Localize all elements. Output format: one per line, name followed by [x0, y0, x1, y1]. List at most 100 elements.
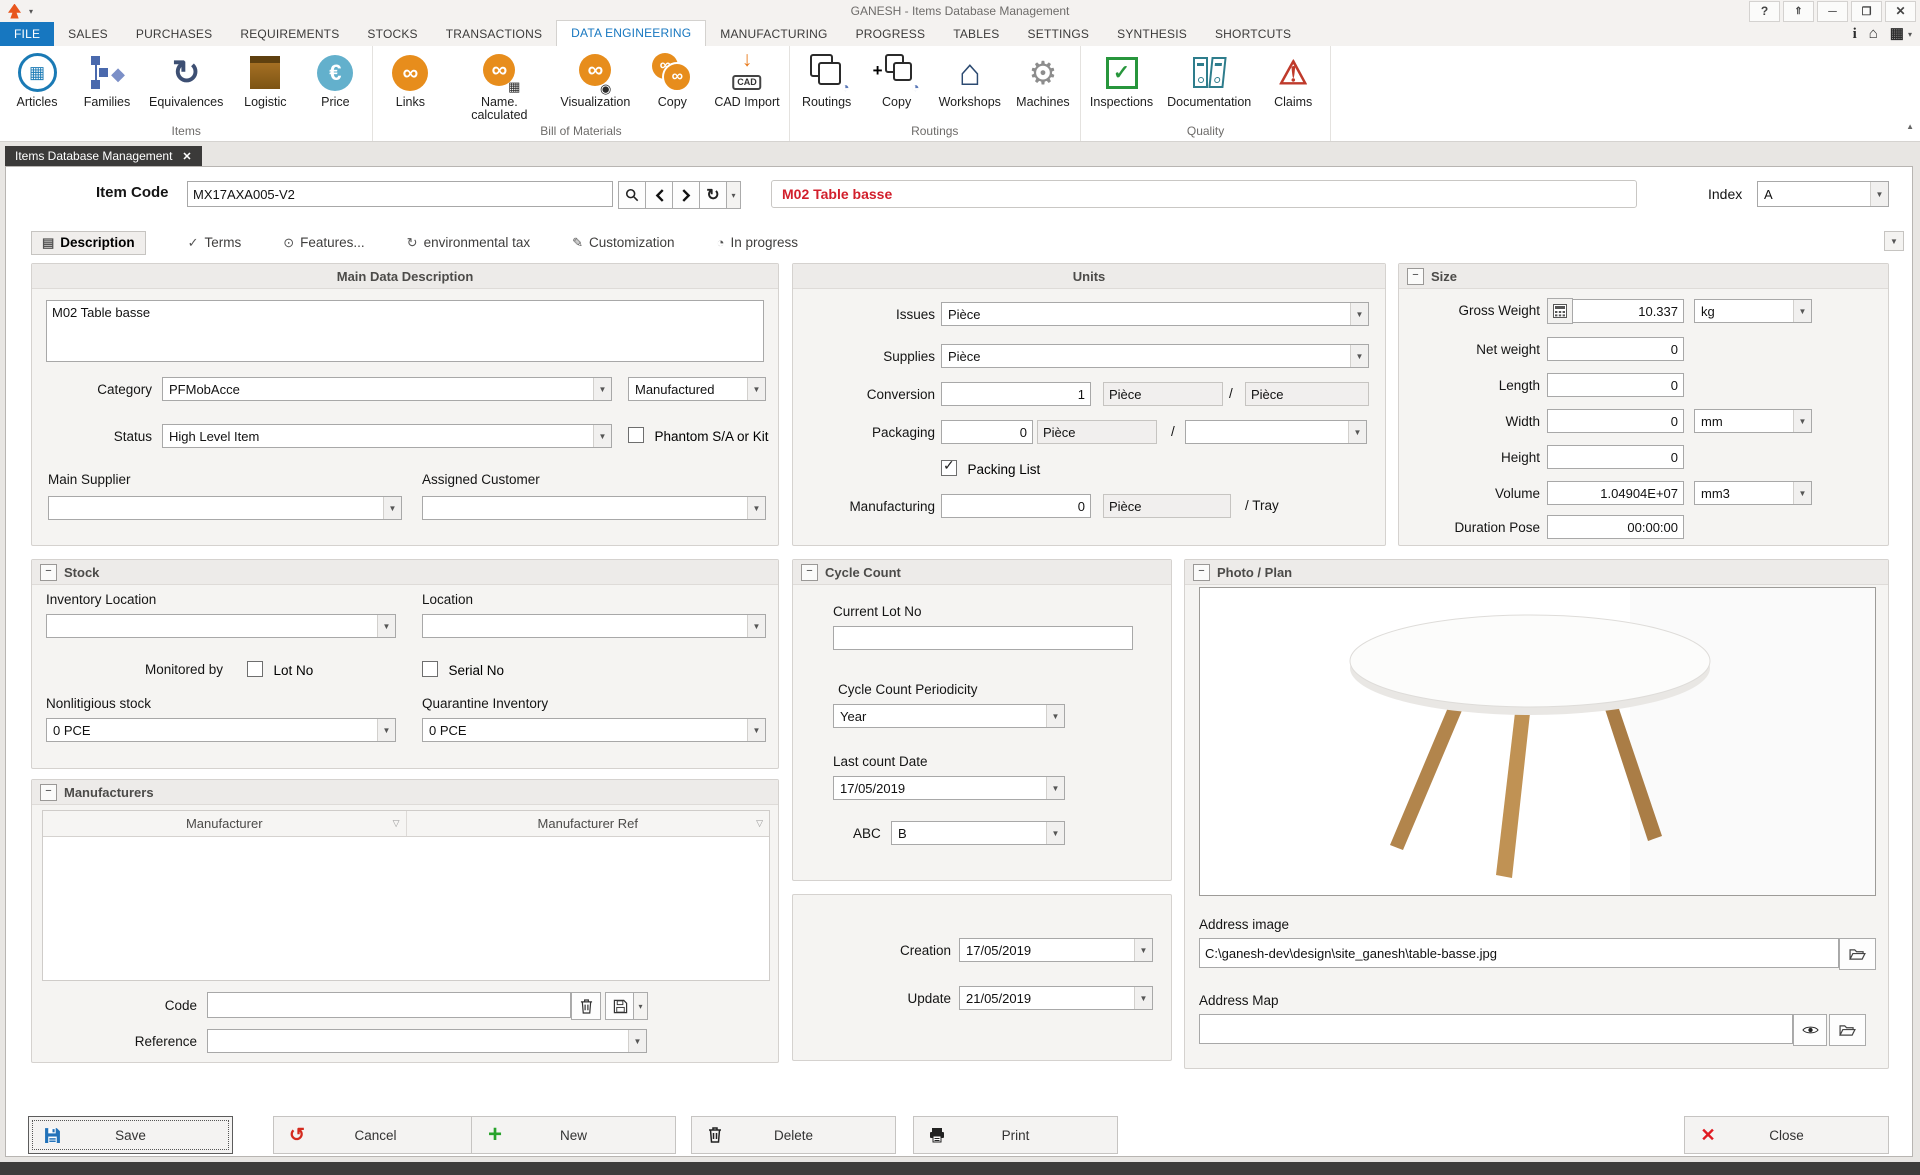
tab-features[interactable]: ⊙Features...: [283, 235, 364, 251]
assigned-customer-combo[interactable]: ▼: [422, 496, 766, 520]
ribbon-button-copy[interactable]: +◔Copy: [862, 48, 932, 124]
nonlitigious-stock-combo[interactable]: 0 PCE▼: [46, 718, 396, 742]
last-count-combo[interactable]: 17/05/2019▼: [833, 776, 1065, 800]
gross-weight-unit-combo[interactable]: kg▼: [1694, 299, 1812, 323]
chevron-down-icon[interactable]: ▼: [628, 1030, 646, 1052]
chevron-down-icon[interactable]: ▾: [1908, 30, 1912, 39]
menu-tab-requirements[interactable]: REQUIREMENTS: [226, 22, 353, 46]
print-button[interactable]: Print: [913, 1116, 1118, 1154]
ribbon-collapse-icon[interactable]: ▲: [1906, 122, 1914, 131]
tab-customization[interactable]: ✎Customization: [572, 235, 674, 251]
chevron-down-icon[interactable]: ▼: [747, 719, 765, 741]
ribbon-button-families[interactable]: ◆Families: [72, 48, 142, 124]
address-image-input[interactable]: C:\ganesh-dev\design\site_ganesh\table-b…: [1199, 938, 1839, 968]
chevron-down-icon[interactable]: ▼: [747, 497, 765, 519]
delete-button[interactable]: Delete: [691, 1116, 896, 1154]
ribbon-button-links[interactable]: ∞Links: [375, 48, 445, 124]
net-weight-input[interactable]: 0: [1547, 337, 1684, 361]
inventory-location-combo[interactable]: ▼: [46, 614, 396, 638]
chevron-down-icon[interactable]: ▼: [1134, 987, 1152, 1009]
tab-terms[interactable]: ✓Terms: [188, 235, 242, 251]
chevron-down-icon[interactable]: ▼: [1870, 182, 1888, 206]
filter-icon[interactable]: ▽: [756, 818, 763, 829]
help-button[interactable]: ?: [1749, 1, 1780, 22]
ribbon-button-name-calculated[interactable]: ∞▦Name. calculated: [445, 48, 553, 124]
menu-tab-manufacturing[interactable]: MANUFACTURING: [706, 22, 841, 46]
delete-code-button[interactable]: [571, 992, 601, 1020]
serial-no-checkbox[interactable]: [422, 661, 438, 677]
phantom-checkbox[interactable]: [628, 427, 644, 443]
chevron-down-icon[interactable]: ▼: [383, 497, 401, 519]
ribbon-button-claims[interactable]: ⚠Claims: [1258, 48, 1328, 124]
close-button[interactable]: ✕ Close: [1684, 1116, 1889, 1154]
menu-tab-synthesis[interactable]: SYNTHESIS: [1103, 22, 1201, 46]
ribbon-button-cad-import[interactable]: ↓CADCAD Import: [707, 48, 786, 124]
main-supplier-combo[interactable]: ▼: [48, 496, 402, 520]
column-header-manufacturer-ref[interactable]: Manufacturer Ref▽: [407, 811, 770, 836]
browse-image-button[interactable]: [1839, 938, 1876, 970]
chevron-down-icon[interactable]: ▼: [747, 378, 765, 400]
chevron-down-icon[interactable]: ▼: [593, 425, 611, 447]
menu-tab-sales[interactable]: SALES: [54, 22, 122, 46]
collapse-button[interactable]: −: [1407, 268, 1424, 285]
save-code-options-button[interactable]: ▾: [633, 992, 648, 1020]
collapse-button[interactable]: −: [1193, 564, 1210, 581]
ribbon-button-equivalences[interactable]: ↻Equivalences: [142, 48, 230, 124]
height-input[interactable]: 0: [1547, 445, 1684, 469]
column-header-manufacturer[interactable]: Manufacturer▽: [43, 811, 407, 836]
restore-button[interactable]: ❐: [1851, 1, 1882, 22]
packaging-per-combo[interactable]: ▼: [1185, 420, 1367, 444]
close-window-button[interactable]: ✕: [1885, 1, 1916, 22]
ribbon-button-price[interactable]: €Price: [300, 48, 370, 124]
previous-record-button[interactable]: [645, 181, 673, 209]
menu-tab-shortcuts[interactable]: SHORTCUTS: [1201, 22, 1305, 46]
home-icon[interactable]: ⌂: [1869, 26, 1878, 42]
menu-tab-data-engineering[interactable]: DATA ENGINEERING: [556, 20, 706, 46]
lot-no-checkbox[interactable]: [247, 661, 263, 677]
menu-tab-transactions[interactable]: TRANSACTIONS: [432, 22, 556, 46]
issues-combo[interactable]: Pièce▼: [941, 302, 1369, 326]
chevron-down-icon[interactable]: ▼: [1793, 410, 1811, 432]
item-name-field[interactable]: M02 Table basse: [771, 180, 1637, 208]
ribbon-button-copy[interactable]: ∞∞Copy: [637, 48, 707, 124]
chevron-down-icon[interactable]: ▼: [747, 615, 765, 637]
chevron-down-icon[interactable]: ▼: [1793, 482, 1811, 504]
current-lot-input[interactable]: [833, 626, 1133, 650]
new-button[interactable]: + New: [471, 1116, 676, 1154]
chevron-down-icon[interactable]: ▼: [1134, 939, 1152, 961]
calculator-button[interactable]: [1547, 298, 1573, 324]
gross-weight-input[interactable]: 10.337: [1572, 299, 1684, 323]
update-date-combo[interactable]: 21/05/2019▼: [959, 986, 1153, 1010]
filter-icon[interactable]: ▽: [393, 818, 400, 829]
chevron-down-icon[interactable]: ▼: [1046, 822, 1064, 844]
packaging-value-input[interactable]: 0: [941, 420, 1033, 444]
cancel-button[interactable]: ↺ Cancel: [273, 1116, 478, 1154]
ribbon-button-inspections[interactable]: ✓Inspections: [1083, 48, 1160, 124]
tab-description[interactable]: ▤Description: [31, 231, 146, 255]
periodicity-combo[interactable]: Year▼: [833, 704, 1065, 728]
tab-close-icon[interactable]: ✕: [182, 150, 191, 163]
refresh-button[interactable]: ↻: [699, 181, 727, 209]
menu-tab-file[interactable]: FILE: [0, 22, 54, 46]
collapse-button[interactable]: −: [801, 564, 818, 581]
save-button[interactable]: Save: [28, 1116, 233, 1154]
volume-input[interactable]: 1.04904E+07: [1547, 481, 1684, 505]
chevron-down-icon[interactable]: ▼: [1793, 300, 1811, 322]
menu-tab-stocks[interactable]: STOCKS: [353, 22, 431, 46]
manufacturing-value-input[interactable]: 0: [941, 494, 1091, 518]
chevron-down-icon[interactable]: ▼: [1046, 705, 1064, 727]
chevron-down-icon[interactable]: ▼: [1046, 777, 1064, 799]
chevron-down-icon[interactable]: ▼: [1350, 303, 1368, 325]
location-combo[interactable]: ▼: [422, 614, 766, 638]
ribbon-pin-button[interactable]: ⇑: [1783, 1, 1814, 22]
abc-combo[interactable]: B▼: [891, 821, 1065, 845]
view-map-button[interactable]: [1793, 1014, 1827, 1046]
tabs-overflow-button[interactable]: ▼: [1884, 231, 1904, 251]
address-map-input[interactable]: [1199, 1014, 1793, 1044]
tab-in-progress[interactable]: ◔In progress: [717, 235, 798, 250]
description-textarea[interactable]: M02 Table basse: [46, 300, 764, 362]
chevron-down-icon[interactable]: ▼: [1350, 345, 1368, 367]
packing-list-checkbox[interactable]: [941, 460, 957, 476]
ribbon-button-routings[interactable]: ◔Routings: [792, 48, 862, 124]
chevron-down-icon[interactable]: ▼: [377, 615, 395, 637]
